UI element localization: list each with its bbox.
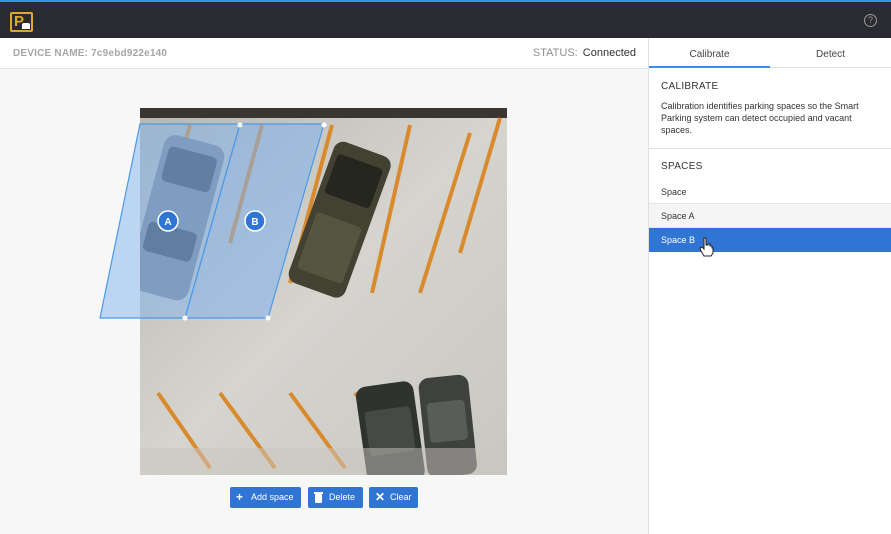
hand-pointer-icon xyxy=(699,237,714,257)
spaces-heading: SPACES xyxy=(661,161,703,172)
x-icon: ✕ xyxy=(375,490,386,504)
divider xyxy=(649,148,891,149)
device-name: DEVICE NAME: 7c9ebd922e140 xyxy=(13,48,168,59)
status-label: STATUS: xyxy=(532,47,578,59)
calibrate-heading: CALIBRATE xyxy=(661,81,719,92)
space-b-vertex-handle[interactable] xyxy=(265,315,271,321)
space-b-vertex-handle[interactable] xyxy=(182,315,188,321)
space-a-marker[interactable]: A xyxy=(157,210,179,232)
parking-logo-icon[interactable]: P xyxy=(10,12,33,32)
space-list-item-a[interactable]: Space A xyxy=(649,204,891,228)
add-space-button[interactable]: + Add space xyxy=(230,487,301,508)
space-list-item-b[interactable]: Space B xyxy=(649,228,891,257)
calibrate-description: Calibration identifies parking spaces so… xyxy=(661,101,859,135)
space-b-marker-label: B xyxy=(251,217,258,228)
camera-view[interactable]: A B xyxy=(99,108,507,475)
space-a-marker-label: A xyxy=(164,217,171,228)
clear-button[interactable]: ✕ Clear xyxy=(369,487,418,508)
calibration-overlay[interactable]: A B xyxy=(99,108,507,475)
help-circle-icon[interactable]: ? xyxy=(864,14,877,27)
space-b-label: Space B xyxy=(661,235,696,245)
trash-icon xyxy=(314,487,323,509)
device-bar: DEVICE NAME: 7c9ebd922e140 STATUS: Conne… xyxy=(0,38,648,69)
plus-icon: + xyxy=(236,490,244,504)
tab-detect[interactable]: Detect xyxy=(770,38,891,68)
space-b-marker[interactable]: B xyxy=(244,210,266,232)
tab-bar: Calibrate Detect xyxy=(649,38,891,68)
space-b-vertex-handle[interactable] xyxy=(321,122,327,128)
status-value: Connected xyxy=(582,47,636,59)
tab-calibrate[interactable]: Calibrate xyxy=(649,38,770,68)
delete-button[interactable]: Delete xyxy=(308,487,363,508)
space-b-vertex-handle[interactable] xyxy=(237,122,243,128)
device-status: STATUS: Connected xyxy=(533,47,636,59)
top-bar: P ? xyxy=(0,0,891,38)
right-panel: Calibrate Detect CALIBRATE Calibration i… xyxy=(648,38,891,534)
delete-label: Delete xyxy=(329,492,356,502)
logo-car-icon xyxy=(22,23,30,29)
add-space-label: Add space xyxy=(251,492,294,502)
clear-label: Clear xyxy=(390,492,412,502)
space-a-label: Space A xyxy=(661,211,695,221)
spaces-column-header: Space xyxy=(649,180,891,204)
